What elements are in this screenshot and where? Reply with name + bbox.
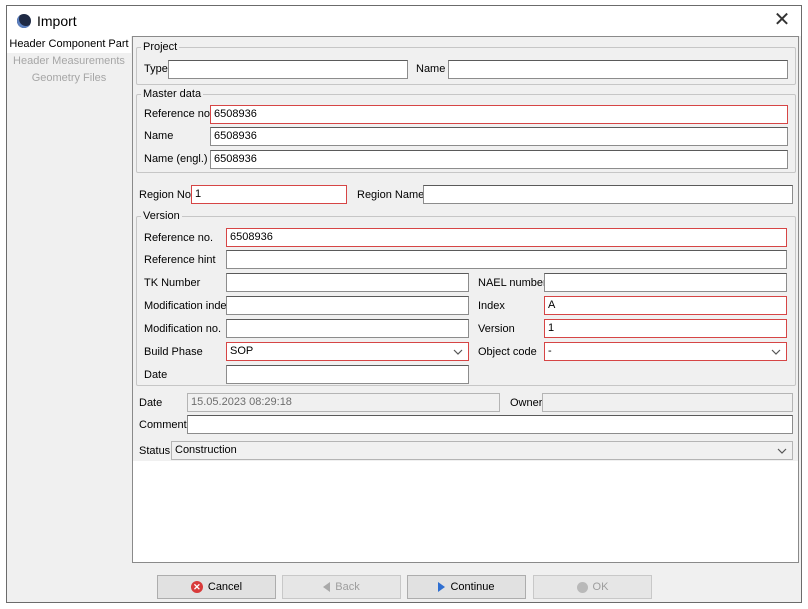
nav-item-header-measurements: Header Measurements — [13, 55, 125, 67]
master-name-input[interactable]: 6508936 — [210, 127, 788, 146]
master-name-engl-label: Name (engl.) — [144, 153, 208, 165]
app-logo-icon — [17, 14, 31, 28]
version-ref-hint-input[interactable] — [226, 250, 787, 269]
tk-number-input[interactable] — [226, 273, 469, 292]
chevron-down-icon — [771, 349, 781, 355]
cancel-button-label: Cancel — [207, 581, 243, 593]
ok-button[interactable]: OK — [533, 575, 652, 599]
index-label: Index — [478, 300, 505, 312]
project-name-input[interactable] — [448, 60, 788, 79]
index-input[interactable]: A — [544, 296, 787, 315]
region-no-input[interactable]: 1 — [191, 185, 347, 204]
master-data-group: Master data Reference no. 6508936 Name 6… — [136, 88, 796, 173]
project-type-label: Type — [144, 63, 168, 75]
date-label: Date — [139, 397, 163, 409]
status-value: Construction — [175, 444, 237, 456]
main-panel: Project Type Name Master data Reference … — [132, 36, 799, 563]
version-number-label: Version — [478, 323, 515, 335]
build-phase-label: Build Phase — [144, 346, 203, 358]
nael-number-label: NAEL number — [478, 277, 547, 289]
project-name-label: Name — [416, 63, 446, 75]
back-arrow-icon — [323, 582, 331, 593]
object-code-value: - — [548, 345, 552, 357]
version-ref-input[interactable]: 6508936 — [226, 228, 787, 247]
status-select[interactable]: Construction — [171, 441, 793, 460]
version-ref-hint-label: Reference hint — [144, 254, 216, 266]
modification-no-label: Modification no. — [144, 323, 222, 335]
modification-no-input[interactable] — [226, 319, 469, 338]
master-name-engl-input[interactable]: 6508936 — [210, 150, 788, 169]
master-data-group-title: Master data — [141, 88, 204, 100]
comment-label: Comment — [139, 419, 187, 431]
status-label: Status — [139, 445, 171, 457]
modification-index-label: Modification index — [144, 300, 233, 312]
region-no-label: Region No. — [139, 189, 195, 201]
version-group-title: Version — [141, 210, 182, 222]
version-date-input[interactable] — [226, 365, 469, 384]
sidebar-nav: Header Component Part Header Measurement… — [7, 36, 131, 563]
ok-button-label: OK — [592, 581, 609, 593]
master-ref-label: Reference no. — [144, 108, 214, 120]
title-bar: Import ✕ — [7, 6, 801, 36]
date-field: 15.05.2023 08:29:18 — [187, 393, 500, 412]
modification-index-input[interactable] — [226, 296, 469, 315]
ok-circle-icon — [576, 581, 588, 593]
chevron-down-icon — [777, 448, 787, 454]
project-type-input[interactable] — [168, 60, 408, 79]
owner-field — [542, 393, 793, 412]
version-number-input[interactable]: 1 — [544, 319, 787, 338]
master-ref-input[interactable]: 6508936 — [210, 105, 788, 124]
window-title: Import — [37, 13, 77, 29]
tk-number-label: TK Number — [144, 277, 201, 289]
button-bar: ✕ Cancel Back Continue OK — [7, 563, 803, 603]
project-group: Project Type Name — [136, 41, 796, 85]
cancel-button[interactable]: ✕ Cancel — [157, 575, 276, 599]
import-dialog: Import ✕ Header Component Part Header Me… — [6, 5, 802, 603]
continue-button-label: Continue — [450, 581, 495, 593]
project-group-title: Project — [141, 41, 180, 53]
nav-item-header-component-part[interactable]: Header Component Part — [7, 36, 131, 53]
continue-button[interactable]: Continue — [407, 575, 526, 599]
version-ref-label: Reference no. — [144, 232, 214, 244]
chevron-down-icon — [453, 349, 463, 355]
back-button[interactable]: Back — [282, 575, 401, 599]
region-name-input[interactable] — [423, 185, 793, 204]
region-name-label: Region Name — [357, 189, 425, 201]
cancel-icon: ✕ — [190, 581, 203, 594]
comment-input[interactable] — [187, 415, 793, 434]
object-code-label: Object code — [478, 346, 537, 358]
build-phase-value: SOP — [230, 345, 254, 357]
forward-arrow-icon — [438, 582, 446, 593]
version-group: Version Reference no. 6508936 Reference … — [136, 210, 796, 386]
master-name-label: Name — [144, 130, 174, 142]
build-phase-select[interactable]: SOP — [226, 342, 469, 361]
back-button-label: Back — [335, 581, 360, 593]
nael-number-input[interactable] — [544, 273, 787, 292]
version-date-label: Date — [144, 369, 168, 381]
nav-item-geometry-files: Geometry Files — [31, 72, 107, 84]
close-icon[interactable]: ✕ — [771, 10, 793, 32]
empty-area — [133, 461, 798, 562]
owner-label: Owner — [510, 397, 543, 409]
object-code-select[interactable]: - — [544, 342, 787, 361]
